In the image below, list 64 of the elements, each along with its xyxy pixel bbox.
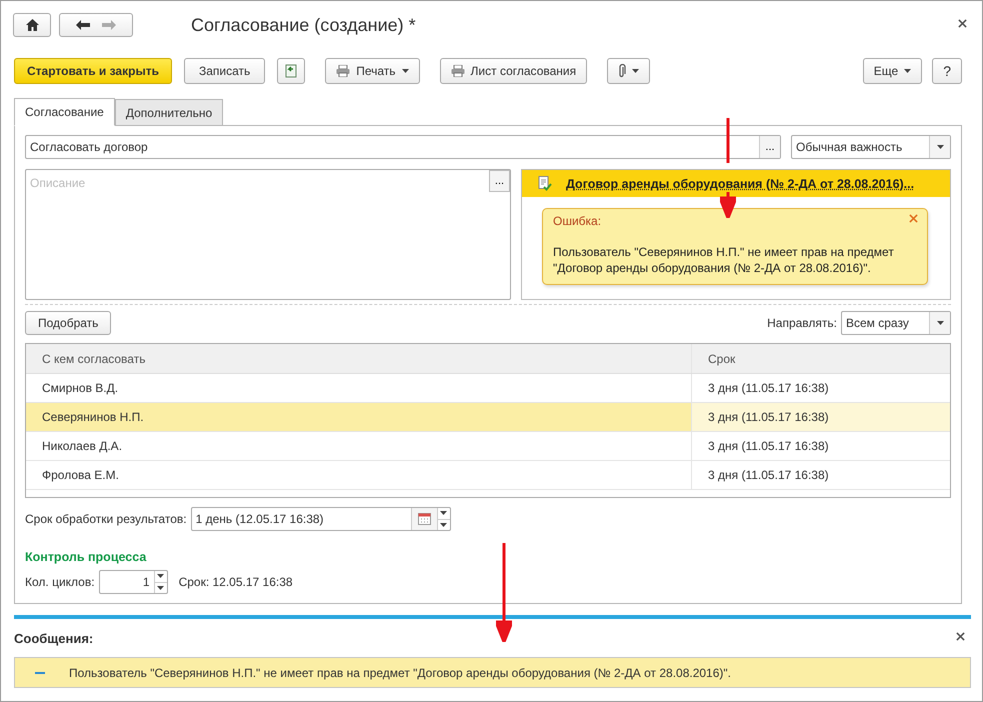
approval-sheet-button[interactable]: Лист согласования bbox=[440, 58, 588, 84]
section-title: Контроль процесса bbox=[25, 550, 148, 564]
table-cell[interactable]: Северянинов Н.П. bbox=[26, 403, 692, 432]
spin-buttons[interactable] bbox=[154, 571, 167, 593]
table-cell[interactable]: 3 дня (11.05.17 16:38) bbox=[692, 374, 950, 402]
dropdown-caret-icon bbox=[936, 145, 944, 149]
table-cell[interactable]: Смирнов В.Д. bbox=[26, 374, 692, 402]
window-title: Согласование (создание) * bbox=[191, 14, 417, 36]
pick-button[interactable]: Подобрать bbox=[25, 311, 112, 336]
select-button[interactable]: ... bbox=[489, 170, 510, 192]
cycles-field[interactable]: 1 bbox=[98, 570, 168, 594]
save-button[interactable]: Записать bbox=[184, 58, 266, 84]
error-title: Ошибка: bbox=[553, 214, 602, 228]
dropdown-caret-icon bbox=[904, 69, 912, 73]
document-check-icon bbox=[538, 176, 552, 191]
result-term-label: Срок обработки результатов: bbox=[25, 512, 187, 526]
tab[interactable]: Согласование bbox=[14, 98, 115, 126]
direction-label: Направлять: bbox=[767, 316, 837, 330]
table-cell[interactable]: 3 дня (11.05.17 16:38) bbox=[692, 403, 950, 432]
direction-dropdown[interactable]: Всем сразу bbox=[841, 311, 951, 336]
importance-dropdown[interactable]: Обычная важность bbox=[791, 135, 951, 159]
result-term-field[interactable]: 1 день (12.05.17 16:38) bbox=[190, 507, 451, 531]
paperclip-icon bbox=[618, 64, 626, 78]
dropdown-button[interactable] bbox=[929, 136, 950, 158]
column-header[interactable]: С кем согласовать bbox=[26, 344, 692, 374]
close-icon[interactable] bbox=[958, 19, 967, 28]
annotation-line bbox=[726, 118, 730, 163]
calendar-button[interactable] bbox=[410, 508, 437, 530]
help-button[interactable]: ? bbox=[932, 58, 962, 84]
messages-title: Сообщения: bbox=[14, 630, 94, 646]
dropdown-button[interactable] bbox=[929, 312, 950, 334]
more-menu-button[interactable]: Еще bbox=[862, 58, 922, 84]
message-text: Пользователь "Северянинов Н.П." не имеет прав на предмет "Договор аренды оборудования (№ 2-ДА от 28.08.2016)". bbox=[69, 666, 731, 680]
back-forward-buttons[interactable] bbox=[59, 13, 133, 37]
dropdown-caret-icon bbox=[632, 69, 640, 73]
dash-icon bbox=[35, 672, 45, 674]
deadline-text: Срок: 12.05.17 16:38 bbox=[178, 575, 293, 589]
table-cell[interactable]: 3 дня (11.05.17 16:38) bbox=[692, 461, 950, 490]
start-and-close-button[interactable]: Стартовать и закрыть bbox=[14, 58, 172, 84]
home-button[interactable] bbox=[13, 13, 51, 37]
error-text: Пользователь "Северянинов Н.П." не имеет прав на предмет "Договор аренды оборудования (№ 2-ДА от 28.08.2016)". bbox=[553, 244, 895, 276]
print-menu-button[interactable]: Печать bbox=[325, 58, 420, 84]
document-icon-button[interactable] bbox=[277, 58, 306, 84]
table-cell[interactable]: 3 дня (11.05.17 16:38) bbox=[692, 432, 950, 460]
table-cell[interactable]: Фролова Е.М. bbox=[26, 461, 692, 490]
subject-field[interactable]: Согласовать договор ... bbox=[25, 135, 781, 159]
select-button[interactable]: ... bbox=[759, 136, 780, 158]
annotation-arrow bbox=[720, 192, 736, 218]
printer-icon bbox=[336, 65, 350, 77]
back-arrow-icon[interactable] bbox=[76, 20, 90, 30]
calendar-icon bbox=[418, 513, 431, 525]
close-icon[interactable] bbox=[956, 632, 965, 641]
description-field[interactable]: Описание ... bbox=[25, 169, 511, 300]
dropdown-caret-icon bbox=[402, 69, 409, 73]
tab[interactable]: Дополнительно bbox=[114, 99, 224, 126]
table-cell[interactable]: Николаев Д.А. bbox=[26, 432, 692, 460]
spin-buttons[interactable] bbox=[436, 508, 450, 530]
printer-icon bbox=[450, 65, 465, 77]
attachment-menu-button[interactable] bbox=[607, 58, 650, 84]
home-icon bbox=[26, 19, 38, 31]
column-header[interactable]: Срок bbox=[692, 344, 950, 374]
dropdown-caret-icon bbox=[936, 321, 944, 326]
message-item[interactable]: Пользователь "Северянинов Н.П." не имеет прав на предмет "Договор аренды оборудования (№ 2-ДА от 28.08.2016)". bbox=[14, 657, 971, 688]
cycles-label: Кол. циклов: bbox=[25, 575, 95, 589]
